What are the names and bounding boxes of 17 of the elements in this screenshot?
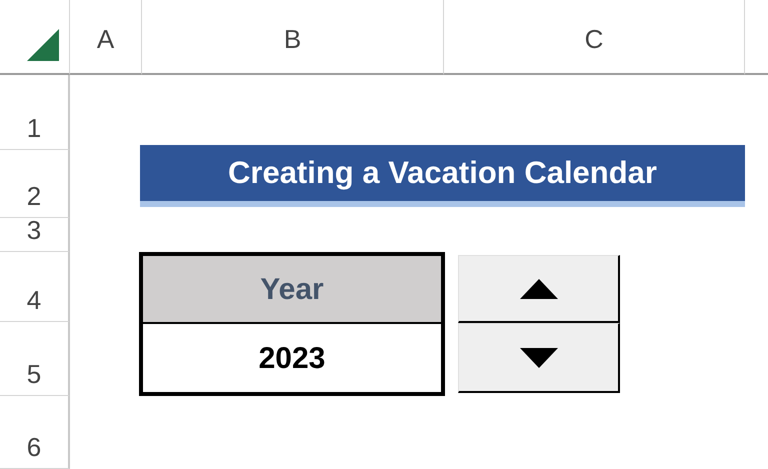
table-header-text: Year bbox=[260, 272, 324, 308]
spin-down-button[interactable] bbox=[458, 323, 620, 393]
column-header[interactable]: C bbox=[584, 20, 604, 59]
title-text: Creating a Vacation Calendar bbox=[228, 154, 657, 192]
row-header[interactable]: 6 bbox=[26, 432, 42, 462]
row-header[interactable]: 4 bbox=[26, 285, 42, 315]
column-header[interactable]: A bbox=[96, 20, 114, 59]
column-header[interactable]: B bbox=[284, 20, 302, 59]
row-header[interactable]: 5 bbox=[26, 359, 42, 389]
row-header[interactable]: 1 bbox=[26, 113, 42, 143]
spin-up-button[interactable] bbox=[458, 255, 620, 323]
year-value: 2023 bbox=[258, 340, 326, 376]
triangle-up-icon bbox=[520, 278, 558, 298]
row-header[interactable]: 2 bbox=[26, 181, 42, 211]
row-header[interactable]: 3 bbox=[26, 218, 42, 245]
select-all-icon[interactable] bbox=[27, 29, 59, 61]
triangle-down-icon bbox=[520, 348, 558, 368]
